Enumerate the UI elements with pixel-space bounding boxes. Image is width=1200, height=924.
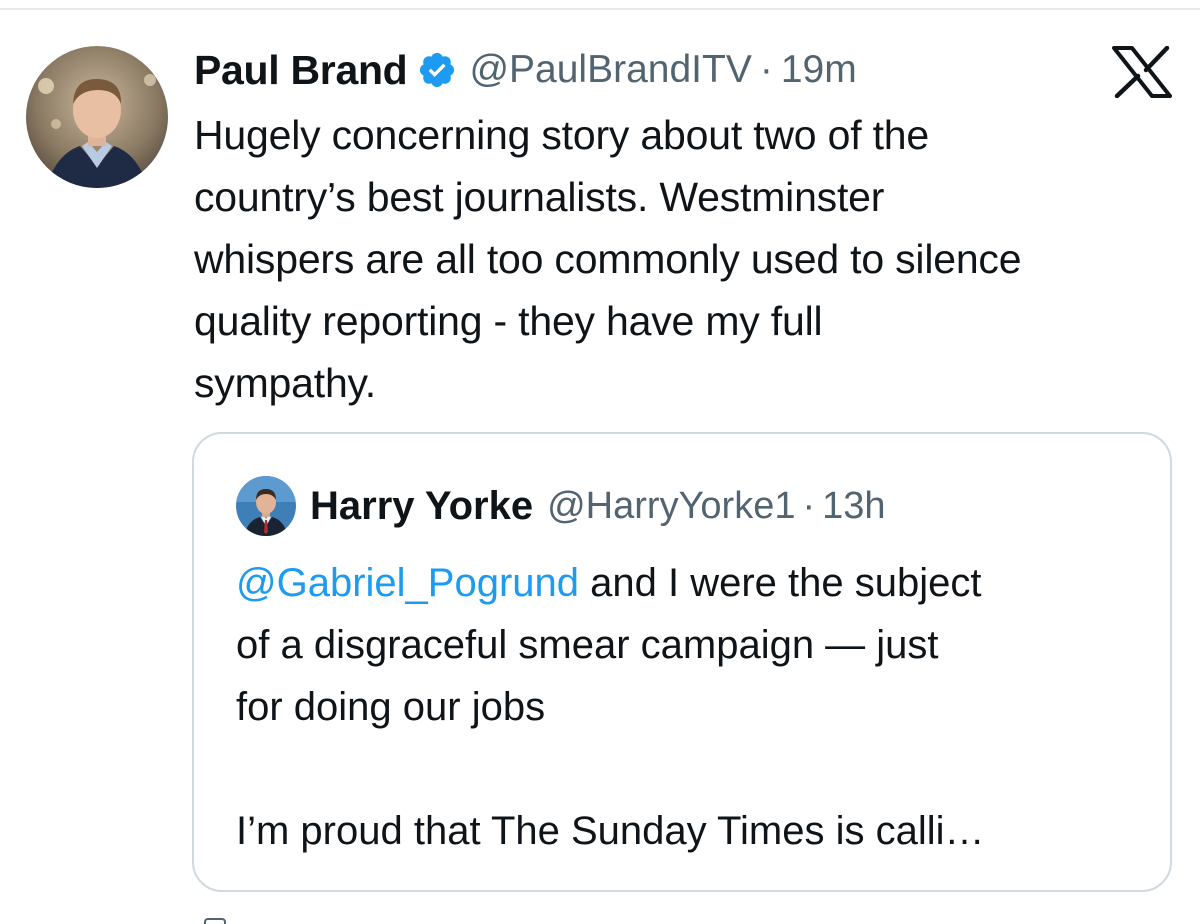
tweet-header: Paul Brand @PaulBrandITV · 19m	[194, 40, 857, 100]
quote-text: @Gabriel_Pogrund and I were the subject …	[236, 552, 1136, 862]
tweet-text: Hugely concerning story about two of the…	[194, 112, 1022, 406]
quoted-tweet-card[interactable]: Harry Yorke @HarryYorke1 · 13h @Gabriel_…	[192, 432, 1172, 892]
quote-time[interactable]: 13h	[822, 485, 885, 528]
tweet-time[interactable]: 19m	[781, 48, 857, 92]
quote-paragraph-truncated: I’m proud that The Sunday Times is calli…	[236, 809, 985, 853]
top-divider	[0, 8, 1200, 10]
author-handle[interactable]: @PaulBrandITV	[469, 48, 751, 92]
x-logo-icon[interactable]	[1112, 45, 1172, 99]
quote-author-name[interactable]: Harry Yorke	[310, 484, 533, 529]
quote-header: Harry Yorke @HarryYorke1 · 13h	[310, 478, 886, 534]
quote-author-handle[interactable]: @HarryYorke1	[547, 485, 795, 528]
tweet-screenshot: Paul Brand @PaulBrandITV · 19m Hugely co…	[0, 0, 1200, 924]
mention-link[interactable]: @Gabriel_Pogrund	[236, 561, 579, 605]
author-avatar[interactable]	[26, 46, 168, 188]
quote-separator-dot: ·	[802, 484, 816, 527]
separator-dot: ·	[759, 48, 773, 91]
author-name[interactable]: Paul Brand	[194, 47, 408, 94]
action-icon-partial[interactable]	[204, 918, 226, 924]
quote-paragraph: @Gabriel_Pogrund and I were the subject …	[236, 552, 1136, 738]
quote-author-avatar[interactable]	[236, 476, 296, 536]
verified-badge-icon	[417, 50, 457, 90]
